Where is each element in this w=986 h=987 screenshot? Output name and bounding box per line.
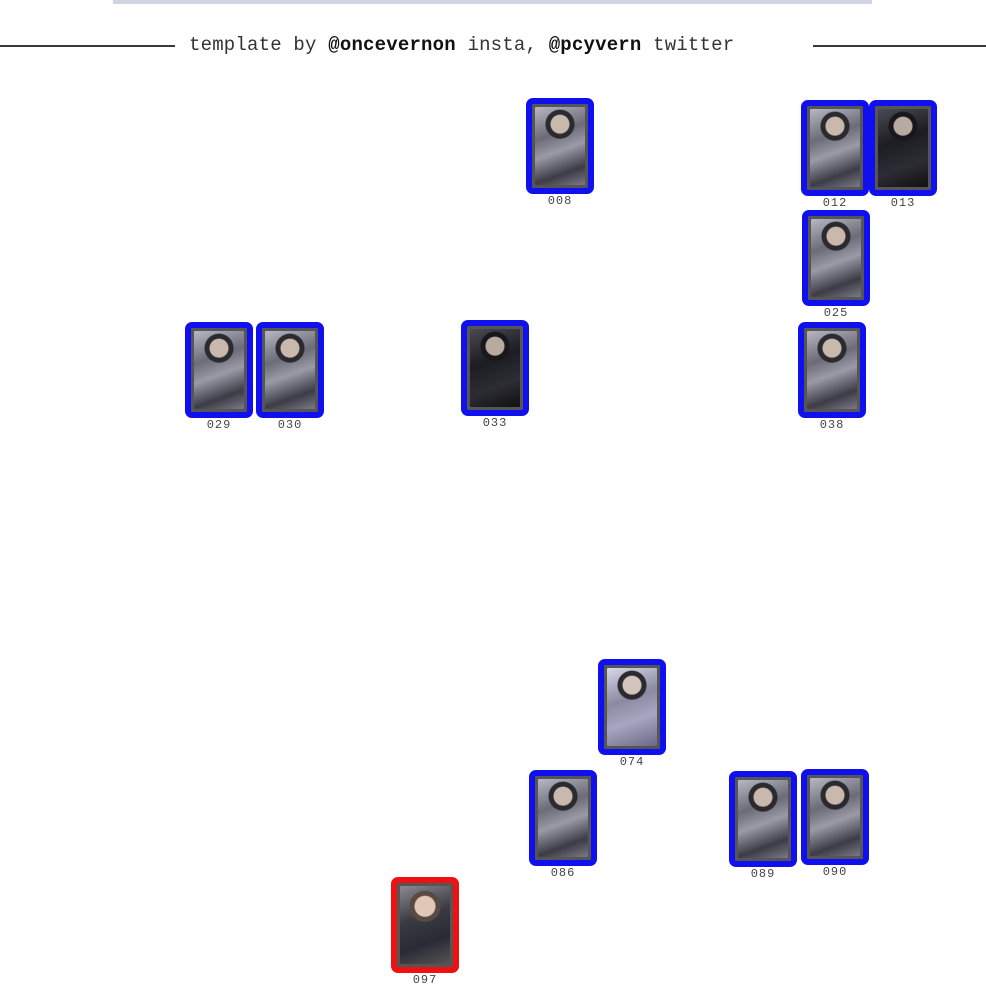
card-frame [529,770,597,866]
card-number: 074 [619,755,645,769]
card-number: 025 [823,306,849,320]
photocard-033[interactable]: 033 [461,320,529,430]
card-frame [802,210,870,306]
card-photo [738,780,788,858]
card-number: 008 [547,194,573,208]
photocard-029[interactable]: 029 [185,322,253,432]
card-photo [194,331,244,409]
card-photo [810,778,860,856]
card-number: 090 [822,865,848,879]
photocard-089[interactable]: 089 [729,771,797,881]
photocard-090[interactable]: 090 [801,769,869,879]
card-number: 033 [482,416,508,430]
insta-suffix: insta, [455,34,549,56]
card-photo [265,331,315,409]
card-number: 089 [750,867,776,881]
card-number: 029 [206,418,232,432]
twitter-suffix: twitter [641,34,735,56]
card-number: 030 [277,418,303,432]
card-number: 038 [819,418,845,432]
card-frame [526,98,594,194]
card-number: 013 [890,196,916,210]
card-photo [810,109,860,187]
top-divider-bar [113,0,872,4]
card-number: 097 [412,973,438,987]
photocard-030[interactable]: 030 [256,322,324,432]
photocard-012[interactable]: 012 [801,100,869,210]
photocard-097[interactable]: 097 [391,877,459,987]
card-frame [391,877,459,973]
photocard-086[interactable]: 086 [529,770,597,880]
photocard-074[interactable]: 074 [598,659,666,769]
card-frame [801,769,869,865]
card-frame [729,771,797,867]
photocard-008[interactable]: 008 [526,98,594,208]
photocard-038[interactable]: 038 [798,322,866,432]
photocard-013[interactable]: 013 [869,100,937,210]
credit-rule-right [813,45,986,47]
card-frame [598,659,666,755]
card-number: 086 [550,866,576,880]
card-photo [538,779,588,857]
card-frame [256,322,324,418]
card-frame [869,100,937,196]
card-photo [807,331,857,409]
card-number: 012 [822,196,848,210]
card-frame [801,100,869,196]
card-photo [470,329,520,407]
photocard-025[interactable]: 025 [802,210,870,320]
card-frame [798,322,866,418]
credit-text: template by @oncevernon insta, @pcyvern … [189,34,734,56]
card-frame [461,320,529,416]
template-credit: template by @oncevernon insta, @pcyvern … [0,32,986,60]
card-photo [400,886,450,964]
insta-handle: @oncevernon [328,34,456,56]
card-frame [185,322,253,418]
card-photo [607,668,657,746]
card-photo [878,109,928,187]
credit-prefix: template by [189,34,329,56]
twitter-handle: @pcyvern [548,34,642,56]
credit-rule-left [0,45,175,47]
card-photo [535,107,585,185]
card-photo [811,219,861,297]
